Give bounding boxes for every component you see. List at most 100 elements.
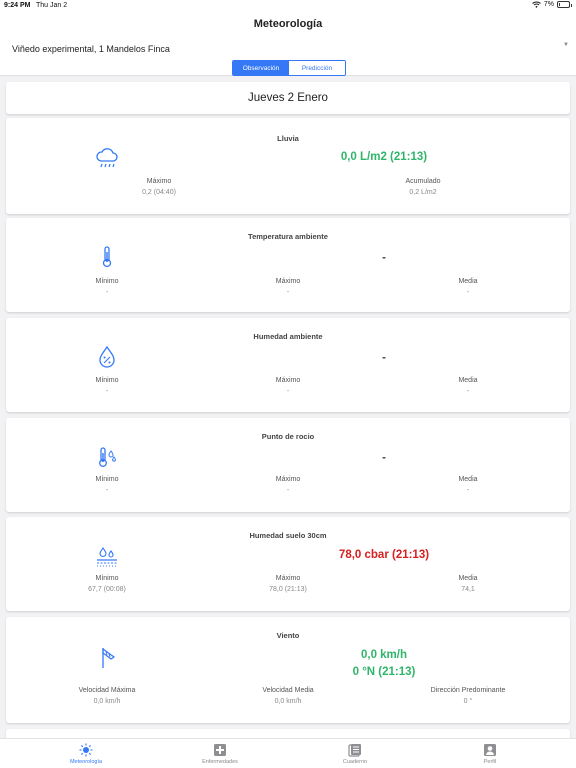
tab-enfermedades[interactable]: Enfermedades bbox=[170, 743, 270, 765]
status-indicators: 7% bbox=[532, 1, 572, 8]
soil-moisture-icon bbox=[94, 543, 120, 569]
notebook-icon bbox=[348, 744, 361, 757]
battery-icon bbox=[557, 1, 572, 8]
rain-max-stat: Máximo 0,2 (04:40) bbox=[94, 178, 224, 196]
page-title: Meteorología bbox=[253, 18, 323, 30]
tab-bar: Meteorología Enfermedades Cuaderno Perfi… bbox=[0, 738, 576, 768]
stat-value: - bbox=[105, 487, 109, 494]
card-title: Humedad ambiente bbox=[253, 332, 323, 341]
soil-moisture-current-value: 78,0 cbar (21:13) bbox=[338, 549, 430, 561]
stat-value: - bbox=[466, 289, 470, 296]
wind-max-speed-stat: Velocidad Máxima 0,0 km/h bbox=[42, 687, 172, 705]
stat-value: 67,7 (00:08) bbox=[88, 586, 126, 593]
stat-value: 0 ° bbox=[463, 698, 473, 705]
soil-moisture-max-stat: Máximo 78,0 (21:13) bbox=[223, 575, 353, 593]
rain-current-value: 0,0 L/m2 (21:13) bbox=[340, 151, 428, 163]
wifi-icon bbox=[532, 1, 541, 8]
dew-point-current-value: - bbox=[382, 452, 386, 464]
stat-value: 0,2 (04:40) bbox=[142, 189, 176, 196]
temperature-avg-stat: Media - bbox=[403, 278, 533, 296]
thermometer-icon bbox=[94, 244, 120, 270]
stat-label: Velocidad Media bbox=[262, 687, 314, 694]
stat-label: Media bbox=[458, 278, 478, 285]
stat-value: 0,2 L/m2 bbox=[409, 189, 437, 196]
battery-percent: 7% bbox=[543, 1, 554, 8]
soil-moisture-avg-stat: Media 74,1 bbox=[403, 575, 533, 593]
stat-label: Media bbox=[458, 377, 478, 384]
dew-point-card[interactable]: Punto de rocio - Mínimo - Máximo - Media… bbox=[6, 418, 570, 512]
segment-observacion[interactable]: Observación bbox=[233, 61, 289, 75]
humidity-max-stat: Máximo - bbox=[223, 377, 353, 395]
status-date: Thu Jan 2 bbox=[36, 2, 68, 9]
tab-label: Cuaderno bbox=[342, 759, 368, 765]
wind-speed-value: 0,0 km/h bbox=[360, 649, 408, 661]
stat-value: - bbox=[286, 289, 290, 296]
stat-label: Máximo bbox=[275, 476, 301, 483]
stat-value: 78,0 (21:13) bbox=[269, 586, 307, 593]
dew-point-max-stat: Máximo - bbox=[223, 476, 353, 494]
dew-point-min-stat: Mínimo - bbox=[42, 476, 172, 494]
stat-label: Máximo bbox=[275, 377, 301, 384]
humidity-min-stat: Mínimo - bbox=[42, 377, 172, 395]
soil-moisture-card[interactable]: Humedad suelo 30cm 78,0 cbar (21:13) Mín… bbox=[6, 517, 570, 611]
temperature-current-value: - bbox=[382, 252, 386, 264]
wind-direction-value: 0 °N (21:13) bbox=[352, 666, 416, 678]
temperature-card[interactable]: Temperatura ambiente - Mínimo - Máximo -… bbox=[6, 218, 570, 312]
stat-value: - bbox=[105, 388, 109, 395]
tab-label: Enfermedades bbox=[202, 759, 238, 765]
stat-label: Máximo bbox=[275, 575, 301, 582]
stat-value: - bbox=[286, 487, 290, 494]
wind-direction-stat: Dirección Predominante 0 ° bbox=[403, 687, 533, 705]
soil-moisture-min-stat: Mínimo 67,7 (00:08) bbox=[42, 575, 172, 593]
stat-label: Mínimo bbox=[95, 575, 119, 582]
chevron-down-icon[interactable]: ▼ bbox=[563, 42, 569, 48]
tab-meteorologia[interactable]: Meteorología bbox=[36, 743, 136, 765]
rain-accumulated-stat: Acumulado 0,2 L/m2 bbox=[358, 178, 488, 196]
segment-prediccion[interactable]: Predicción bbox=[289, 61, 345, 75]
stat-label: Máximo bbox=[275, 278, 301, 285]
stat-value: - bbox=[105, 289, 109, 296]
stat-label: Mínimo bbox=[95, 377, 119, 384]
humidity-drop-icon bbox=[94, 344, 120, 370]
stat-value: - bbox=[286, 388, 290, 395]
profile-icon bbox=[484, 744, 496, 756]
dew-point-avg-stat: Media - bbox=[403, 476, 533, 494]
stat-label: Mínimo bbox=[95, 476, 119, 483]
tab-cuaderno[interactable]: Cuaderno bbox=[305, 743, 405, 765]
view-segmented-control: Observación Predicción bbox=[232, 60, 346, 76]
stat-value: - bbox=[466, 388, 470, 395]
temperature-min-stat: Mínimo - bbox=[42, 278, 172, 296]
dew-point-icon bbox=[94, 444, 120, 470]
humidity-card[interactable]: Humedad ambiente - Mínimo - Máximo - Med… bbox=[6, 318, 570, 412]
wind-card[interactable]: Viento 0,0 km/h 0 °N (21:13) Velocidad M… bbox=[6, 617, 570, 723]
sun-icon bbox=[79, 743, 93, 757]
stat-label: Velocidad Máxima bbox=[78, 687, 136, 694]
date-card: Jueves 2 Enero bbox=[6, 82, 570, 114]
stat-value: - bbox=[466, 487, 470, 494]
stat-label: Media bbox=[458, 476, 478, 483]
rain-card[interactable]: Lluvia 0,0 L/m2 (21:13) Máximo 0,2 (04:4… bbox=[6, 118, 570, 214]
tab-perfil[interactable]: Perfil bbox=[440, 743, 540, 765]
card-title: Humedad suelo 30cm bbox=[249, 531, 327, 540]
card-title: Lluvia bbox=[277, 134, 299, 143]
rain-cloud-icon bbox=[94, 146, 120, 172]
stat-label: Media bbox=[458, 575, 478, 582]
wind-vane-icon bbox=[94, 644, 120, 670]
stat-label: Dirección Predominante bbox=[430, 687, 506, 694]
stat-value: 74,1 bbox=[461, 586, 475, 593]
status-bar: 9:24 PM Thu Jan 2 7% bbox=[0, 0, 576, 12]
stat-label: Acumulado bbox=[405, 178, 441, 185]
location-selector[interactable]: Viñedo experimental, 1 Mandelos Finca bbox=[12, 44, 170, 54]
tab-label: Meteorología bbox=[69, 759, 103, 765]
wind-avg-speed-stat: Velocidad Media 0,0 km/h bbox=[223, 687, 353, 705]
card-title: Punto de rocio bbox=[261, 432, 315, 441]
status-time: 9:24 PM bbox=[4, 2, 31, 9]
stat-label: Mínimo bbox=[95, 278, 119, 285]
stat-value: 0,0 km/h bbox=[274, 698, 302, 705]
stat-label: Máximo bbox=[146, 178, 172, 185]
card-title: Viento bbox=[276, 631, 300, 640]
date-label: Jueves 2 Enero bbox=[248, 92, 328, 104]
medical-cross-icon bbox=[214, 744, 226, 756]
humidity-current-value: - bbox=[382, 352, 386, 364]
tab-label: Perfil bbox=[483, 759, 497, 765]
